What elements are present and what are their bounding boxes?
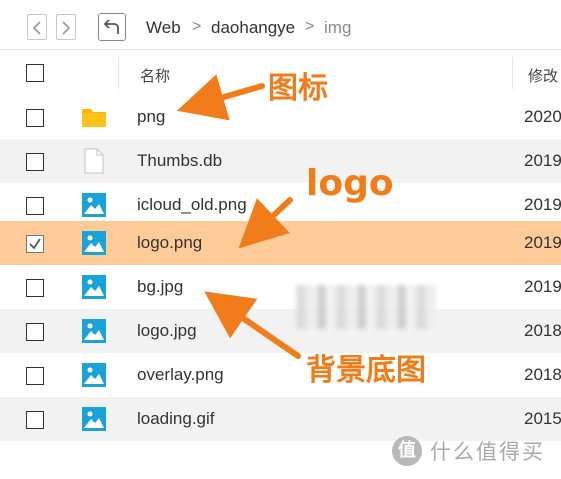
file-date: 2019 [524,195,561,214]
row-checkbox[interactable] [26,323,44,341]
image-icon [82,363,106,387]
breadcrumb-separator: > [192,18,202,35]
row-checkbox[interactable] [26,109,44,127]
file-name: logo.png [137,233,203,252]
file-row-selected[interactable]: logo.png 2019 [0,221,561,265]
folder-icon [82,109,106,127]
file-date: 2019 [524,151,561,170]
file-row[interactable]: overlay.png 2018 [0,353,561,397]
chevron-right-icon [62,21,71,35]
return-arrow-icon [103,19,119,34]
image-icon [82,319,106,343]
file-name: icloud_old.png [137,195,247,214]
file-row[interactable]: Thumbs.db 2019 [0,139,561,183]
breadcrumb-separator: > [305,18,315,35]
watermark-text: 什么值得买 [430,440,545,464]
file-date: 2015 [524,409,561,428]
breadcrumb-img[interactable]: img [324,18,351,38]
chevron-left-icon [32,21,41,35]
select-all-checkbox[interactable] [26,64,44,82]
file-date: 2020 [524,107,561,126]
breadcrumb-daohangye[interactable]: daohangye [211,18,295,38]
annotation-background-label: 背景底图 [306,353,426,388]
file-row[interactable]: bg.jpg 2019 [0,265,561,309]
image-icon [82,275,106,299]
column-name-header[interactable]: 名称 [140,65,170,86]
image-icon [82,231,106,255]
back-button[interactable] [27,14,47,40]
row-checkbox-checked[interactable] [26,235,44,253]
checkmark-icon [29,238,41,250]
watermark: 值 什么值得买 [392,436,545,466]
file-name: png [137,107,166,126]
file-icon [84,148,104,174]
row-checkbox[interactable] [26,279,44,297]
column-divider[interactable] [118,57,119,89]
blurred-region [296,285,436,329]
annotation-logo-label: logo [306,163,394,204]
column-modified-header[interactable]: 修改 [528,65,558,86]
annotation-icon-label: 图标 [268,71,328,106]
row-checkbox[interactable] [26,197,44,215]
row-checkbox[interactable] [26,367,44,385]
file-row[interactable]: logo.jpg 2018 [0,309,561,353]
watermark-logo: 值 [392,436,422,466]
file-date: 2018 [524,321,561,340]
column-divider[interactable] [512,57,513,89]
file-date: 2018 [524,365,561,384]
file-name: overlay.png [137,365,224,384]
forward-button[interactable] [56,14,76,40]
up-level-button[interactable] [98,13,126,41]
image-icon [82,407,106,431]
image-icon [82,193,106,217]
file-name: bg.jpg [137,277,184,296]
file-date: 2019 [524,233,561,252]
file-date: 2019 [524,277,561,296]
toolbar: Web > daohangye > img [0,0,561,50]
file-name: logo.jpg [137,321,197,340]
file-name: Thumbs.db [137,151,223,170]
file-name: loading.gif [137,409,215,428]
file-row[interactable]: loading.gif 2015 [0,397,561,441]
row-checkbox[interactable] [26,153,44,171]
row-checkbox[interactable] [26,411,44,429]
breadcrumb-web[interactable]: Web [146,18,181,38]
